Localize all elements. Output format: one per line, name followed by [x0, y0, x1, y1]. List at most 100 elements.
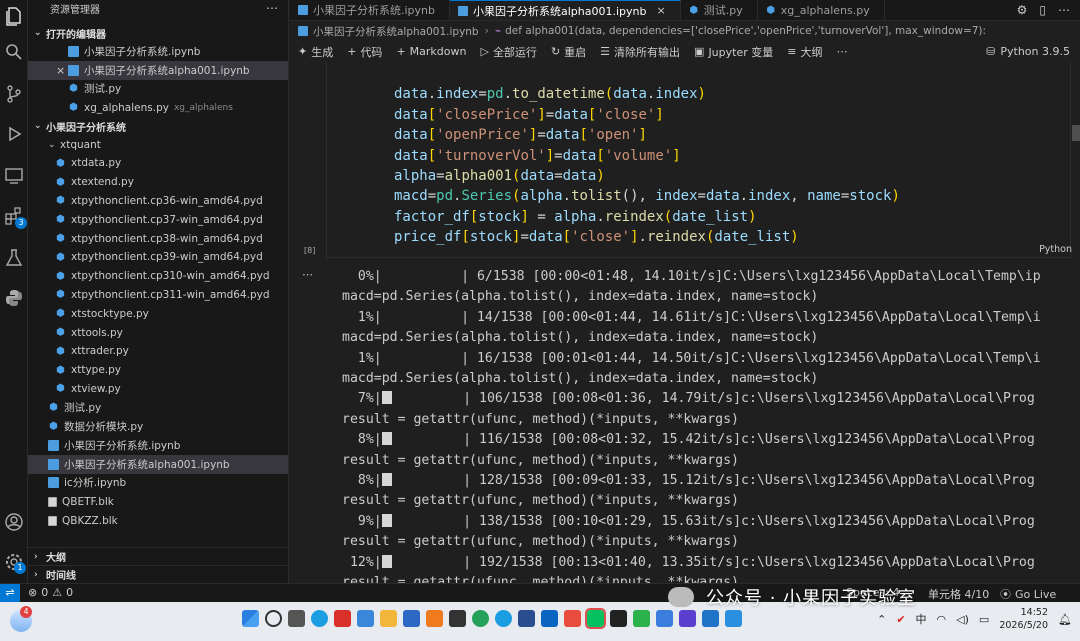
gear-icon[interactable]: ⚙ [1017, 3, 1028, 17]
notification-bell-icon[interactable]: 🔔︎ [1058, 613, 1072, 626]
code-editor[interactable]: data.index=pd.to_datetime(data.index) da… [394, 64, 900, 248]
run-all-button[interactable]: ▷ 全部运行 [480, 44, 536, 60]
file-item[interactable]: ⬢ xttype.py [28, 361, 288, 380]
wechat-icon[interactable] [585, 608, 606, 629]
cell-language[interactable]: Python [1039, 244, 1072, 255]
app-icon[interactable] [357, 610, 374, 627]
add-markdown-button[interactable]: + Markdown [396, 45, 466, 58]
remote-explorer-icon[interactable] [4, 166, 24, 186]
weather-widget-icon[interactable]: 4 [10, 606, 32, 632]
jupyter-variables-button[interactable]: ▣ Jupyter 变量 [694, 44, 773, 60]
file-item[interactable]: ⬢ xttrader.py [28, 342, 288, 361]
breadcrumb-file[interactable]: 小果因子分析系统alpha001.ipynb [313, 24, 479, 39]
file-item[interactable]: ⬢ xtpythonclient.cp311-win_amd64.pyd [28, 286, 288, 305]
battery-icon[interactable]: ▭ [979, 613, 989, 626]
outline-section[interactable]: › 大纲 [28, 547, 288, 565]
app-icon[interactable] [656, 610, 673, 627]
clock[interactable]: 14:52 2026/5/20 [999, 606, 1048, 632]
editor-tab[interactable]: 小果因子分析系统.ipynb [290, 0, 450, 20]
file-item[interactable]: ⬢ xtpythonclient.cp39-win_amd64.pyd [28, 248, 288, 267]
split-editor-icon[interactable]: ▯ [1039, 3, 1046, 17]
go-live-button[interactable]: ⦿ Go Live [1000, 586, 1056, 602]
close-icon[interactable]: × [56, 64, 68, 77]
file-item[interactable]: ⬢ xtpythonclient.cp38-win_amd64.pyd [28, 229, 288, 248]
file-item[interactable]: ⬢ xtstocktype.py [28, 304, 288, 323]
app-icon[interactable] [518, 610, 535, 627]
python-icon[interactable] [4, 288, 24, 308]
open-editor-item[interactable]: × 小果因子分析系统alpha001.ipynb [28, 60, 288, 80]
file-item[interactable]: ⬢ xtpythonclient.cp310-win_amd64.pyd [28, 267, 288, 286]
restart-button[interactable]: ↻ 重启 [551, 44, 586, 60]
file-item[interactable]: QBKZZ.blk [28, 511, 288, 530]
file-item[interactable]: ⬢ xtpythonclient.cp37-win_amd64.pyd [28, 210, 288, 229]
problems-indicator[interactable]: ⊗ 0 ⚠ 0 [28, 586, 73, 599]
app-icon[interactable] [449, 610, 466, 627]
open-editor-item[interactable]: 小果因子分析系统.ipynb [28, 42, 288, 61]
search-icon[interactable] [4, 42, 24, 62]
folder-xtquant[interactable]: ⌄ xtquant [28, 135, 288, 154]
task-view-icon[interactable] [288, 610, 305, 627]
timeline-section[interactable]: › 时间线 [28, 565, 288, 583]
file-item[interactable]: 小果因子分析系统.ipynb [28, 436, 288, 455]
open-editors-section[interactable]: ⌄ 打开的编辑器 [28, 24, 288, 42]
remote-indicator-icon[interactable]: ⇌ [0, 584, 20, 602]
ime-indicator[interactable]: 中 [916, 611, 927, 627]
account-icon[interactable] [4, 512, 24, 532]
open-editor-item[interactable]: ⬢ xg_alphalens.py xg_alphalens [28, 98, 288, 117]
app-icon[interactable] [610, 610, 627, 627]
more-actions-icon[interactable]: ⋯ [266, 1, 278, 15]
breadcrumb-symbol[interactable]: def alpha001(data, dependencies=['closeP… [505, 25, 986, 37]
wifi-icon[interactable]: ◠ [937, 613, 947, 626]
editor-tab[interactable]: 小果因子分析系统alpha001.ipynb × [450, 0, 681, 20]
explorer-icon[interactable] [4, 6, 24, 26]
file-item[interactable]: ⬢ xttools.py [28, 323, 288, 342]
wps-office-icon[interactable] [334, 610, 351, 627]
file-item[interactable]: ⬢ xtdata.py [28, 154, 288, 173]
file-item[interactable]: ⬢ xtextend.py [28, 173, 288, 192]
open-editor-item[interactable]: ⬢ 测试.py [28, 80, 288, 99]
file-item[interactable]: ⬢ 测试.py [28, 398, 288, 417]
source-control-icon[interactable] [4, 84, 24, 104]
workspace-section[interactable]: ⌄ 小果因子分析系统 [28, 117, 288, 135]
settings-gear-icon[interactable]: 1 [4, 552, 26, 574]
extensions-icon[interactable]: 3 [4, 206, 27, 229]
app-icon[interactable] [564, 610, 581, 627]
scrollbar-thumb[interactable] [1072, 125, 1080, 141]
app-icon[interactable] [633, 610, 650, 627]
windows-start-icon[interactable] [242, 610, 259, 627]
app-icon[interactable] [702, 610, 719, 627]
file-item[interactable]: 小果因子分析系统alpha001.ipynb [28, 454, 288, 474]
antivirus-icon[interactable]: ✔ [896, 613, 905, 626]
app-icon[interactable] [541, 610, 558, 627]
outline-button[interactable]: ≡ 大纲 [787, 44, 822, 60]
app-icon[interactable] [426, 610, 443, 627]
testing-icon[interactable] [4, 248, 24, 268]
output-actions-icon[interactable]: ⋯ [302, 268, 313, 281]
edge-browser-icon[interactable] [495, 610, 512, 627]
clear-outputs-button[interactable]: ☰ 清除所有输出 [600, 44, 680, 60]
more-actions-icon[interactable]: ⋯ [836, 45, 847, 58]
cell-position-status[interactable]: 单元格 4/10 [928, 586, 989, 602]
file-item[interactable]: QBETF.blk [28, 492, 288, 511]
vscode-icon[interactable] [725, 610, 742, 627]
indentation-status[interactable]: Spaces: 4 [846, 586, 899, 599]
app-icon[interactable] [472, 610, 489, 627]
more-actions-icon[interactable]: ⋯ [1058, 3, 1070, 17]
file-item[interactable]: ic分析.ipynb [28, 474, 288, 493]
close-icon[interactable]: × [657, 4, 666, 17]
code-cell[interactable]: data.index=pd.to_datetime(data.index) da… [326, 62, 1071, 258]
kernel-picker[interactable]: ⛁ Python 3.9.5 [986, 45, 1070, 58]
file-explorer-icon[interactable] [380, 610, 397, 627]
file-item[interactable]: ⬢ xtpythonclient.cp36-win_amd64.pyd [28, 192, 288, 211]
run-debug-icon[interactable] [4, 124, 24, 144]
editor-tab[interactable]: ⬢ xg_alphalens.py [758, 0, 885, 20]
generate-button[interactable]: ✦ 生成 [298, 44, 333, 60]
file-item[interactable]: ⬢ xtview.py [28, 380, 288, 399]
app-icon[interactable] [403, 610, 420, 627]
file-item[interactable]: ⬢ 数据分析模块.py [28, 417, 288, 436]
app-icon[interactable] [679, 610, 696, 627]
editor-tab[interactable]: ⬢ 测试.py [681, 0, 758, 20]
taskbar-search-icon[interactable] [265, 610, 282, 627]
tray-chevron-icon[interactable]: ⌃ [877, 613, 886, 626]
volume-icon[interactable]: ◁) [956, 613, 969, 626]
